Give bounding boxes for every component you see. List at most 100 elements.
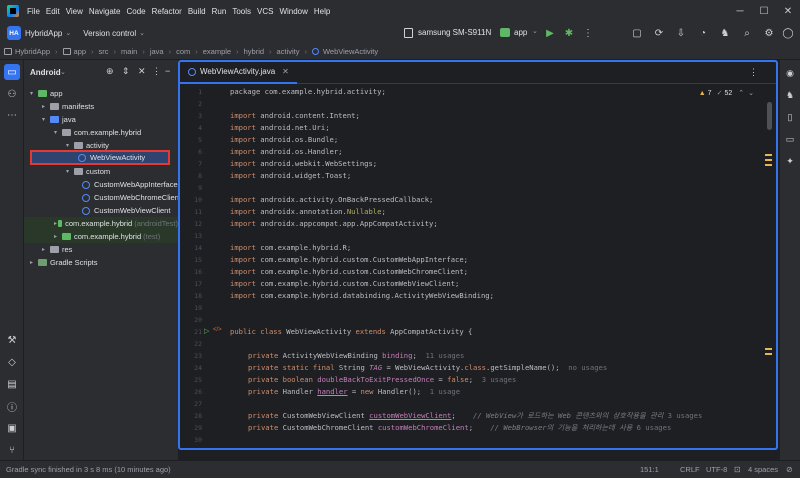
run-gutter-icon[interactable]: ▷ bbox=[204, 327, 209, 335]
menu-view[interactable]: View bbox=[63, 7, 86, 16]
debug-icon[interactable]: ✱ bbox=[562, 26, 576, 40]
menu-file[interactable]: File bbox=[24, 7, 43, 16]
cursor-position[interactable]: 151:1 bbox=[640, 465, 659, 474]
menu-tools[interactable]: Tools bbox=[229, 7, 254, 16]
menu-navigate[interactable]: Navigate bbox=[86, 7, 124, 16]
class-icon bbox=[188, 67, 196, 76]
tree-item-package[interactable]: ▾ com.example.hybrid bbox=[54, 126, 141, 139]
breadcrumb-item[interactable]: WebViewActivity bbox=[311, 47, 378, 56]
device-manager-icon[interactable]: ▢ bbox=[630, 26, 644, 40]
line-separator[interactable]: CRLF bbox=[680, 465, 700, 474]
vertical-scrollbar[interactable] bbox=[767, 102, 772, 130]
gemini-icon[interactable]: ✦ bbox=[783, 154, 797, 168]
close-tab-icon[interactable]: ✕ bbox=[282, 67, 289, 76]
close-icon[interactable]: ✕ bbox=[776, 0, 800, 22]
sync-icon[interactable]: ⟳ bbox=[652, 26, 666, 40]
layout-gutter-icon[interactable]: </> bbox=[213, 327, 222, 333]
breadcrumb-item[interactable]: com › bbox=[176, 47, 203, 56]
menu-code[interactable]: Code bbox=[123, 7, 148, 16]
breadcrumb-item[interactable]: hybrid › bbox=[244, 47, 277, 56]
module-icon bbox=[38, 90, 47, 97]
chevron-down-icon: ⌄ bbox=[532, 28, 538, 35]
git-icon[interactable]: ⑂ bbox=[4, 442, 20, 458]
profiler-icon[interactable]: ◔ bbox=[696, 26, 710, 40]
code-line: import com.example.hybrid.custom.CustomW… bbox=[230, 267, 469, 276]
breadcrumb-item[interactable]: java › bbox=[150, 47, 176, 56]
gradle-icon bbox=[38, 259, 47, 266]
menu-help[interactable]: Help bbox=[311, 7, 333, 16]
code-area[interactable]: package com.example.hybrid.activity; imp… bbox=[230, 85, 750, 448]
tree-item-customwebchromeclient[interactable]: CustomWebChromeClient bbox=[82, 191, 181, 204]
collapse-all-icon[interactable]: ✕ bbox=[138, 66, 146, 77]
project-selector[interactable]: HybridApp bbox=[25, 29, 62, 38]
notifications-icon[interactable]: ◉ bbox=[783, 66, 797, 80]
breadcrumb-item[interactable]: activity › bbox=[277, 47, 312, 56]
expand-all-icon[interactable]: ⇕ bbox=[122, 66, 130, 77]
tree-item-test-package[interactable]: ▸ com.example.hybrid (test) bbox=[24, 230, 178, 243]
tree-item-androidtest-package[interactable]: ▸ com.example.hybrid (androidTest) bbox=[24, 217, 178, 230]
warning-marker[interactable] bbox=[765, 159, 772, 161]
warning-marker[interactable] bbox=[765, 348, 772, 350]
menu-run[interactable]: Run bbox=[209, 7, 230, 16]
memory-indicator-icon[interactable]: ⊘ bbox=[786, 465, 793, 474]
breadcrumb-item[interactable]: HybridApp › bbox=[4, 47, 63, 56]
more-tools-icon[interactable]: ⋯ bbox=[4, 107, 20, 123]
project-folder-icon[interactable]: ▭ bbox=[4, 64, 20, 80]
tree-item-custom[interactable]: ▾ custom bbox=[66, 165, 110, 178]
readonly-lock-icon[interactable]: ⊡ bbox=[734, 465, 741, 474]
problems-icon[interactable]: ⓘ bbox=[4, 398, 20, 414]
tree-item-res[interactable]: ▸ res bbox=[42, 243, 72, 256]
file-encoding[interactable]: UTF-8 bbox=[706, 465, 727, 474]
search-icon[interactable]: ⌕ bbox=[740, 26, 754, 40]
warning-marker[interactable] bbox=[765, 353, 772, 355]
menu-edit[interactable]: Edit bbox=[43, 7, 63, 16]
maximize-icon[interactable]: ☐ bbox=[752, 0, 776, 22]
account-icon[interactable]: ◯ bbox=[781, 26, 795, 40]
indent-setting[interactable]: 4 spaces bbox=[748, 465, 778, 474]
status-message[interactable]: Gradle sync finished in 3 s 8 ms (10 min… bbox=[6, 465, 171, 474]
breadcrumb-item[interactable]: main › bbox=[121, 47, 150, 56]
menu-refactor[interactable]: Refactor bbox=[149, 7, 185, 16]
gradle-elephant-icon[interactable]: ♞ bbox=[718, 26, 732, 40]
project-view-selector[interactable]: Android bbox=[30, 68, 61, 77]
hide-icon[interactable]: − bbox=[165, 66, 170, 76]
app-quality-insights-icon[interactable]: ◇ bbox=[4, 354, 20, 370]
build-hammer-icon[interactable]: ⚒ bbox=[4, 332, 20, 348]
terminal-icon[interactable]: ▣ bbox=[4, 420, 20, 436]
tree-item-java[interactable]: ▾ java bbox=[42, 113, 76, 126]
run-icon[interactable]: ▶ bbox=[543, 26, 557, 40]
tree-item-gradle-scripts[interactable]: ▸ Gradle Scripts bbox=[30, 256, 98, 269]
tree-item-customwebappinterface[interactable]: CustomWebAppInterface bbox=[82, 178, 178, 191]
gradle-icon[interactable]: ♞ bbox=[783, 88, 797, 102]
device-manager-icon[interactable]: ▯ bbox=[783, 110, 797, 124]
package-icon bbox=[74, 142, 83, 149]
vcs-selector[interactable]: Version control bbox=[83, 29, 136, 38]
locate-icon[interactable]: ⊕ bbox=[106, 66, 114, 77]
more-actions-icon[interactable]: ⋮ bbox=[581, 26, 595, 40]
minimize-icon[interactable]: ─ bbox=[728, 0, 752, 22]
tab-webviewactivity[interactable]: WebViewActivity.java ✕ bbox=[180, 62, 297, 84]
tree-item-webviewactivity[interactable]: WebViewActivity bbox=[30, 150, 170, 165]
breadcrumb: HybridApp › app › src › main › java › com › ex… bbox=[0, 44, 800, 60]
warning-marker[interactable] bbox=[765, 164, 772, 166]
running-devices-icon[interactable]: ▭ bbox=[783, 132, 797, 146]
tree-item-app[interactable]: ▾ app bbox=[30, 87, 63, 100]
menu-window[interactable]: Window bbox=[276, 7, 310, 16]
sdk-manager-icon[interactable]: ⇩ bbox=[674, 26, 688, 40]
run-config-selector[interactable]: app bbox=[514, 28, 527, 37]
menu-vcs[interactable]: VCS bbox=[254, 7, 276, 16]
resource-manager-icon[interactable]: ⚇ bbox=[4, 86, 20, 102]
options-icon[interactable]: ⋮ bbox=[152, 66, 161, 77]
more-tabs-icon[interactable]: ⋮ bbox=[749, 67, 758, 78]
breadcrumb-item[interactable]: src › bbox=[99, 47, 122, 56]
tree-item-customwebviewclient[interactable]: CustomWebViewClient bbox=[82, 204, 170, 217]
gear-icon[interactable]: ⚙ bbox=[762, 26, 776, 40]
logcat-icon[interactable]: ▤ bbox=[4, 376, 20, 392]
warning-marker[interactable] bbox=[765, 154, 772, 156]
code-line: import com.example.hybrid.R; bbox=[230, 243, 352, 252]
tree-item-manifests[interactable]: ▸ manifests bbox=[42, 100, 94, 113]
breadcrumb-item[interactable]: app › bbox=[62, 47, 99, 56]
chevron-down-icon[interactable]: ⌄ bbox=[60, 68, 66, 76]
menu-build[interactable]: Build bbox=[185, 7, 209, 16]
breadcrumb-item[interactable]: example › bbox=[203, 47, 244, 56]
